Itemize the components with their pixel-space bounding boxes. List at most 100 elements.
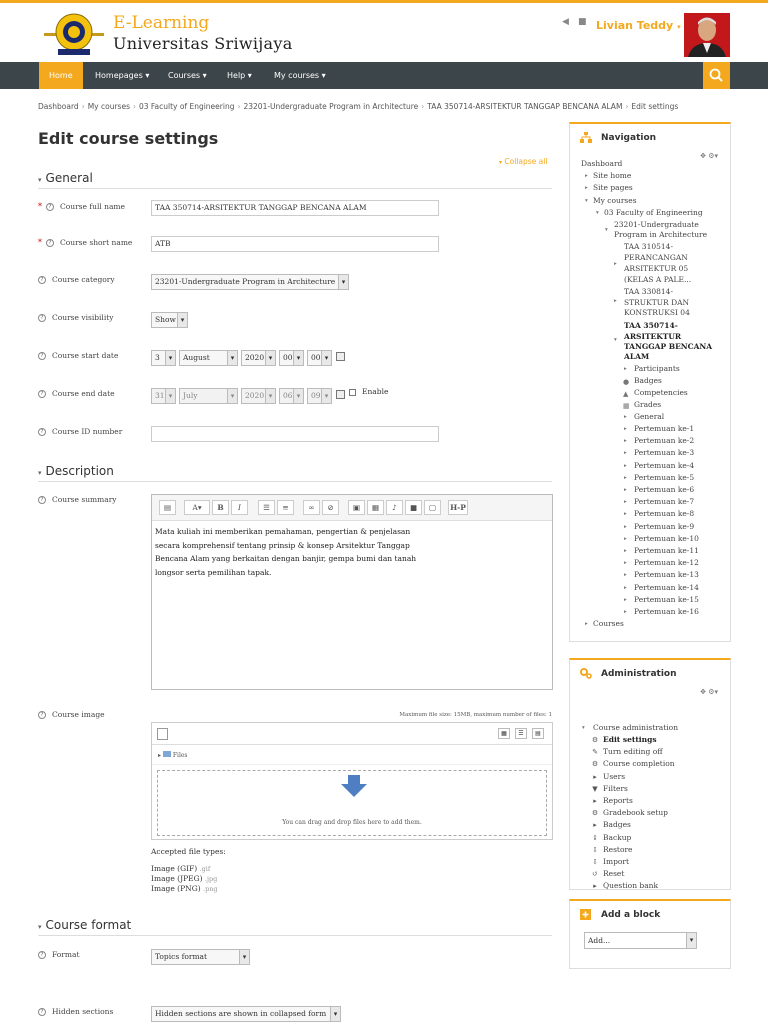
section-general-header[interactable]: ▾ General	[38, 171, 552, 189]
admin-item-backup[interactable]: Backup	[603, 833, 631, 843]
nav-meeting-item[interactable]: Pertemuan ke-14	[634, 583, 699, 593]
nav-meeting-item[interactable]: Pertemuan ke-15	[634, 595, 699, 605]
help-icon[interactable]: ?	[38, 352, 46, 360]
help-icon[interactable]: ?	[46, 239, 54, 247]
breadcrumb-faculty[interactable]: 03 Faculty of Engineering	[139, 102, 235, 111]
tree-view-icon[interactable]: ▤	[532, 728, 544, 739]
help-icon[interactable]: ?	[46, 203, 54, 211]
nav-course-1-line[interactable]: PERANCANGAN	[624, 253, 688, 263]
enable-end-date-checkbox[interactable]	[349, 389, 356, 396]
nav-course-3-line[interactable]: ARSITEKTUR	[624, 332, 681, 342]
help-icon[interactable]: ?	[38, 1008, 46, 1016]
nav-grades[interactable]: Grades	[634, 400, 661, 410]
manage-files-icon[interactable]: ▢	[424, 500, 441, 515]
course-visibility-select[interactable]: Show	[151, 312, 188, 328]
nav-home[interactable]: Home	[39, 62, 83, 89]
admin-item-reports[interactable]: Reports	[603, 796, 633, 806]
admin-item-edit-settings[interactable]: Edit settings	[603, 735, 657, 745]
admin-item-course-completion[interactable]: Course completion	[603, 759, 675, 769]
end-hour-select[interactable]: 06	[279, 388, 304, 404]
nav-faculty[interactable]: 03 Faculty of Engineering	[604, 208, 703, 218]
breadcrumb-program[interactable]: 23201-Undergraduate Program in Architect…	[243, 102, 418, 111]
nav-meeting-item[interactable]: Pertemuan ke-7	[634, 497, 694, 507]
format-select[interactable]: Topics format	[151, 949, 250, 965]
nav-course-2-line[interactable]: KONSTRUKSI 04	[624, 308, 690, 318]
unordered-list-icon[interactable]: ☰	[258, 500, 275, 515]
file-drop-zone[interactable]: You can drag and drop files here to add …	[157, 770, 547, 836]
nav-courses[interactable]: Courses	[593, 619, 624, 629]
breadcrumb-dashboard[interactable]: Dashboard	[38, 102, 79, 111]
nav-meeting-item[interactable]: Pertemuan ke-11	[634, 546, 699, 556]
start-minute-select[interactable]: 00	[307, 350, 332, 366]
messages-icon[interactable]: ■	[578, 17, 588, 27]
help-icon[interactable]: ?	[38, 428, 46, 436]
breadcrumb-my-courses[interactable]: My courses	[88, 102, 130, 111]
admin-item-users[interactable]: Users	[603, 772, 625, 782]
admin-item-import[interactable]: Import	[603, 857, 629, 867]
start-month-select[interactable]: August	[179, 350, 238, 366]
nav-course-1-line[interactable]: TAA 310514-	[624, 242, 673, 252]
nav-meeting-item[interactable]: Pertemuan ke-10	[634, 534, 699, 544]
nav-meeting-item[interactable]: Pertemuan ke-3	[634, 448, 694, 458]
search-button[interactable]	[703, 62, 730, 89]
nav-site-pages[interactable]: Site pages	[593, 183, 633, 193]
nav-meeting-item[interactable]: Pertemuan ke-16	[634, 607, 699, 617]
link-icon[interactable]: ∞	[303, 500, 320, 515]
nav-homepages[interactable]: Homepages ▾	[95, 62, 149, 89]
nav-meeting-item[interactable]: Pertemuan ke-8	[634, 509, 694, 519]
add-file-icon[interactable]	[157, 728, 168, 740]
add-block-select[interactable]: Add...	[584, 932, 697, 949]
nav-site-home[interactable]: Site home	[593, 171, 631, 181]
nav-my-courses[interactable]: My courses	[593, 196, 637, 206]
user-menu[interactable]: Livian Teddy ▾	[596, 19, 681, 32]
end-month-select[interactable]: July	[179, 388, 238, 404]
record-audio-icon[interactable]: ♪	[386, 500, 403, 515]
navigation-block-header[interactable]: Navigation	[570, 124, 730, 151]
course-full-name-input[interactable]: TAA 350714-ARSITEKTUR TANGGAP BENCANA AL…	[151, 200, 439, 216]
calendar-icon[interactable]	[336, 390, 345, 399]
collapse-all-link[interactable]: ▾ Collapse all	[499, 157, 547, 166]
media-icon[interactable]: ▦	[367, 500, 384, 515]
nav-meeting-item[interactable]: Pertemuan ke-5	[634, 473, 694, 483]
ordered-list-icon[interactable]: ≡	[277, 500, 294, 515]
admin-item-filters[interactable]: Filters	[603, 784, 628, 794]
nav-help[interactable]: Help ▾	[227, 62, 252, 89]
nav-courses[interactable]: Courses ▾	[168, 62, 207, 89]
nav-meeting-item[interactable]: Pertemuan ke-2	[634, 436, 694, 446]
nav-course-2-line[interactable]: STRUKTUR DAN	[624, 298, 689, 308]
help-icon[interactable]: ?	[38, 390, 46, 398]
nav-meeting-item[interactable]: Pertemuan ke-13	[634, 570, 699, 580]
course-short-name-input[interactable]: ATB	[151, 236, 439, 252]
help-icon[interactable]: ?	[38, 314, 46, 322]
admin-course-administration[interactable]: Course administration	[593, 723, 678, 733]
files-folder-row[interactable]: ▸ Files	[152, 745, 552, 765]
toolbar-toggle-icon[interactable]: ▤	[159, 500, 176, 515]
bold-icon[interactable]: B	[212, 500, 229, 515]
end-minute-select[interactable]: 09	[307, 388, 332, 404]
block-controls-icon[interactable]: ✥ ⚙▾	[700, 152, 718, 160]
admin-item-reset[interactable]: Reset	[603, 869, 624, 879]
admin-item-gradebook-setup[interactable]: Gradebook setup	[603, 808, 668, 818]
avatar[interactable]	[684, 13, 730, 57]
nav-meeting-item[interactable]: Pertemuan ke-6	[634, 485, 694, 495]
nav-meeting-item[interactable]: Pertemuan ke-12	[634, 558, 699, 568]
image-icon[interactable]: ▣	[348, 500, 365, 515]
help-icon[interactable]: ?	[38, 496, 46, 504]
notification-bell-icon[interactable]: ◀	[562, 17, 572, 27]
calendar-icon[interactable]	[336, 352, 345, 361]
breadcrumb-current[interactable]: Edit settings	[631, 102, 678, 111]
nav-course-1-line[interactable]: (KELAS A PALE...	[624, 275, 691, 285]
admin-item-question-bank[interactable]: Question bank	[603, 881, 658, 891]
help-icon[interactable]: ?	[38, 711, 46, 719]
nav-general[interactable]: General	[634, 412, 664, 422]
nav-competencies[interactable]: Competencies	[634, 388, 688, 398]
h5p-icon[interactable]: H-P	[448, 500, 468, 515]
admin-item-badges[interactable]: Badges	[603, 820, 631, 830]
course-category-select[interactable]: 23201-Undergraduate Program in Architect…	[151, 274, 349, 290]
nav-course-1-line[interactable]: ARSITEKTUR 05	[624, 264, 688, 274]
university-logo[interactable]	[44, 11, 104, 57]
nav-program-line1[interactable]: 23201-Undergraduate	[614, 220, 699, 230]
nav-my-courses[interactable]: My courses ▾	[274, 62, 326, 89]
administration-block-header[interactable]: Administration	[570, 660, 730, 687]
breadcrumb-course[interactable]: TAA 350714-ARSITEKTUR TANGGAP BENCANA AL…	[427, 102, 622, 111]
